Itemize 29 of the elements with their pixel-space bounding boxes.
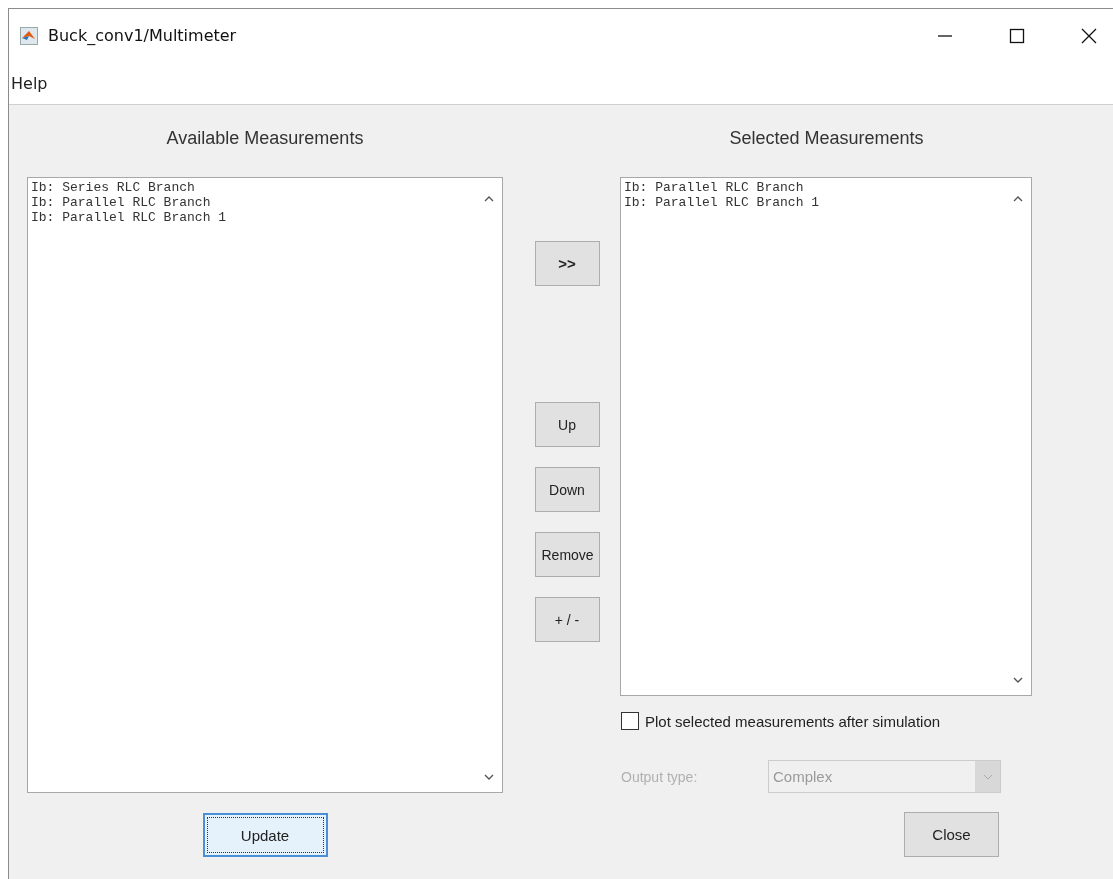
move-button[interactable]: + / - [534,597,600,642]
scroll-down-icon[interactable] [1013,677,1023,683]
list-heading: Selected Measurements [728,127,925,150]
list-item[interactable]: Ib: Parallel RLC Branch 1 [31,210,473,225]
list-item[interactable]: Ib: Parallel RLC Branch [31,195,473,210]
available-list[interactable]: Ib: Series RLC Branch Ib: Parallel RLC Branch Ib: Parallel RLC Branch 1 [27,177,503,793]
chevron-down-icon [982,773,993,780]
maximize-icon[interactable] [1009,27,1025,44]
list-heading: Available Measurements [165,127,365,150]
scroll-down-icon[interactable] [484,774,494,780]
list-item[interactable]: Ib: Parallel RLC Branch [624,180,1002,195]
checkbox-label: Plot selected measurements after simulation [645,712,941,730]
scroll-up-icon[interactable] [484,196,494,202]
menu-item[interactable]: Help [9,73,49,93]
selected-list[interactable]: Ib: Parallel RLC Branch Ib: Parallel RLC Branch 1 [620,177,1032,696]
move-button[interactable]: >> [534,241,600,286]
checkbox[interactable] [621,712,639,730]
list-item[interactable]: Ib: Parallel RLC Branch 1 [624,195,1002,210]
list-item[interactable]: Ib: Series RLC Branch [31,180,473,195]
close-button[interactable]: Close [904,812,999,857]
app-icon [20,26,38,45]
move-button[interactable]: Remove [534,532,600,577]
move-button[interactable]: Down [534,467,600,512]
update-button[interactable]: Update [202,813,328,857]
move-button[interactable]: Up [534,402,600,447]
window-title: Buck_conv1/Multimeter [48,26,237,45]
scroll-up-icon[interactable] [1013,196,1023,202]
close-icon[interactable] [1081,27,1097,44]
output-type-label: Output type: [621,768,699,785]
